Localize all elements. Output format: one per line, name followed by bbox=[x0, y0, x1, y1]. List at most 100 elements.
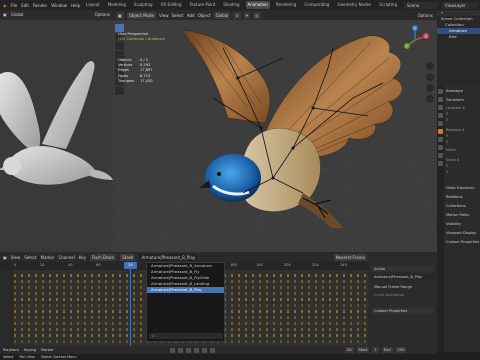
tab-shading[interactable]: Shading bbox=[221, 1, 241, 9]
blender-logo-icon[interactable]: ◉ bbox=[3, 3, 7, 8]
field-location-y[interactable]: Y bbox=[446, 112, 448, 116]
modifier-tab-icon[interactable] bbox=[438, 137, 443, 142]
dove-model[interactable] bbox=[0, 24, 113, 252]
menu-key[interactable]: Key bbox=[79, 255, 86, 260]
pivot-icon[interactable]: ⊙ bbox=[233, 11, 241, 19]
action-dropdown[interactable]: Armature|Pheasant_B_Armature Armature|Ph… bbox=[146, 262, 225, 342]
custom-properties-section[interactable]: Custom Properties bbox=[371, 308, 434, 314]
playhead-frame[interactable]: 20 bbox=[124, 262, 137, 269]
section-relations[interactable]: Relations bbox=[446, 195, 463, 199]
menu-add[interactable]: Add bbox=[187, 13, 195, 18]
section-visibility[interactable]: Visibility bbox=[446, 222, 461, 226]
section-viewport-display[interactable]: Viewport Display bbox=[446, 231, 476, 235]
cyclic-animation-checkbox[interactable]: Cyclic Animation bbox=[371, 292, 434, 298]
play-icon[interactable] bbox=[194, 347, 199, 353]
data-tab-icon[interactable] bbox=[438, 161, 443, 166]
menu-edit[interactable]: Edit bbox=[21, 3, 29, 8]
perspective-icon[interactable] bbox=[426, 95, 434, 103]
zoom-icon[interactable] bbox=[426, 62, 434, 70]
mode-selector[interactable]: Object Mode bbox=[126, 11, 156, 19]
field-rotation-z[interactable]: Z bbox=[446, 140, 448, 144]
left-viewport[interactable]: ▣ Global Options bbox=[0, 10, 113, 252]
section-motion-paths[interactable]: Motion Paths bbox=[446, 213, 469, 217]
tab-texture-paint[interactable]: Texture Paint bbox=[187, 1, 217, 9]
play-reverse-icon[interactable] bbox=[186, 347, 191, 353]
field-scale-x[interactable]: Scale X bbox=[446, 158, 459, 162]
tab-scripting[interactable]: Scripting bbox=[377, 1, 399, 9]
editor-type-icon[interactable]: ▣ bbox=[3, 10, 7, 20]
editor-type-icon[interactable]: ▣ bbox=[3, 255, 7, 260]
camera-icon[interactable] bbox=[426, 84, 434, 92]
snap-icon[interactable]: ⌖ bbox=[243, 11, 250, 19]
menu-render[interactable]: Render bbox=[33, 3, 47, 8]
next-keyframe-icon[interactable] bbox=[202, 347, 207, 353]
marker-menu[interactable]: Marker bbox=[41, 348, 53, 352]
field-rotation-x[interactable]: Rotation X bbox=[446, 128, 465, 132]
move-tool-icon[interactable] bbox=[115, 42, 124, 50]
field-scale-y[interactable]: Y bbox=[446, 164, 448, 168]
current-frame-field[interactable]: 20 bbox=[345, 347, 354, 353]
menu-help[interactable]: Help bbox=[71, 3, 80, 8]
outliner-row-bird[interactable]: Bird bbox=[437, 34, 480, 40]
field-scale-z[interactable]: Z bbox=[446, 170, 448, 174]
menu-file[interactable]: File bbox=[11, 3, 18, 8]
field-rotation-mode[interactable]: Mode bbox=[446, 148, 456, 152]
scene-tab-icon[interactable] bbox=[438, 113, 443, 118]
object-name[interactable]: Armature bbox=[446, 89, 463, 93]
action-panel-header[interactable]: Action bbox=[371, 266, 434, 272]
nearest-frame-selector[interactable]: Nearest Frame bbox=[333, 253, 367, 261]
menu-window[interactable]: Window bbox=[51, 3, 67, 8]
section-collections[interactable]: Collections bbox=[446, 204, 466, 208]
bird-model[interactable] bbox=[153, 28, 413, 228]
view-layer-selector[interactable]: ViewLayer bbox=[442, 1, 478, 9]
field-location-z[interactable]: Z bbox=[446, 118, 448, 122]
tab-animation[interactable]: Animation bbox=[245, 1, 270, 9]
output-tab-icon[interactable] bbox=[438, 105, 443, 110]
tab-compositing[interactable]: Compositing bbox=[302, 1, 331, 9]
tab-uv-editing[interactable]: UV Editing bbox=[159, 1, 184, 9]
end-frame-field[interactable]: 250 bbox=[395, 347, 407, 353]
field-location-x[interactable]: Location X bbox=[446, 106, 465, 110]
options-button[interactable]: Options bbox=[418, 13, 433, 18]
scene-selector[interactable]: Scene bbox=[404, 1, 438, 9]
constraint-tab-icon[interactable] bbox=[438, 153, 443, 158]
action-selector[interactable]: Armature|Pheasant_B_Play bbox=[139, 253, 198, 261]
section-delta-transform[interactable]: Delta Transform bbox=[446, 186, 475, 190]
field-rotation-y[interactable]: Y bbox=[446, 134, 448, 138]
menu-object[interactable]: Object bbox=[198, 13, 211, 18]
channel-region[interactable] bbox=[0, 270, 14, 346]
transform-orientation[interactable]: Global bbox=[213, 11, 231, 19]
manual-frame-range-checkbox[interactable]: Manual Frame Range bbox=[371, 284, 434, 290]
options-button[interactable]: Options bbox=[95, 11, 110, 19]
transform-orientation[interactable]: Global bbox=[11, 10, 24, 20]
start-frame-field[interactable]: 1 bbox=[372, 347, 379, 353]
menu-marker[interactable]: Marker bbox=[41, 255, 55, 260]
measure-tool-icon[interactable] bbox=[115, 87, 124, 95]
outliner[interactable]: ⌕ Scene Collection Collection Armature B… bbox=[437, 10, 480, 86]
render-tab-icon[interactable] bbox=[438, 97, 443, 102]
select-tool-icon[interactable] bbox=[115, 24, 124, 32]
tab-geometry-nodes[interactable]: Geometry Nodes bbox=[335, 1, 373, 9]
physics-tab-icon[interactable] bbox=[438, 145, 443, 150]
jump-end-icon[interactable] bbox=[210, 347, 215, 353]
tab-rendering[interactable]: Rendering bbox=[274, 1, 298, 9]
tab-layout[interactable]: Layout bbox=[84, 1, 102, 9]
object-tab-icon[interactable] bbox=[438, 129, 443, 134]
tool-tab-icon[interactable] bbox=[438, 89, 443, 94]
action-field[interactable]: Armature|Pheasant_B_Play bbox=[371, 274, 434, 280]
editor-type-icon[interactable]: ▣ bbox=[116, 11, 124, 19]
menu-view[interactable]: View bbox=[11, 255, 21, 260]
section-transform[interactable]: Transform bbox=[446, 98, 464, 102]
pan-icon[interactable] bbox=[426, 73, 434, 81]
action-search-input[interactable]: ⌕ bbox=[149, 333, 223, 339]
playhead[interactable] bbox=[130, 262, 131, 346]
main-viewport[interactable]: ▣ Object Mode View Select Add Object Glo… bbox=[113, 10, 437, 252]
stash-button[interactable]: Stash bbox=[120, 253, 136, 261]
jump-start-icon[interactable] bbox=[170, 347, 175, 353]
tab-sculpting[interactable]: Sculpting bbox=[132, 1, 155, 9]
push-down-button[interactable]: Push Down bbox=[90, 253, 117, 261]
action-side-panel[interactable]: Action Armature|Pheasant_B_Play Manual F… bbox=[368, 262, 437, 346]
menu-select[interactable]: Select bbox=[24, 255, 36, 260]
menu-view[interactable]: View bbox=[159, 13, 169, 18]
menu-channel[interactable]: Channel bbox=[58, 255, 74, 260]
